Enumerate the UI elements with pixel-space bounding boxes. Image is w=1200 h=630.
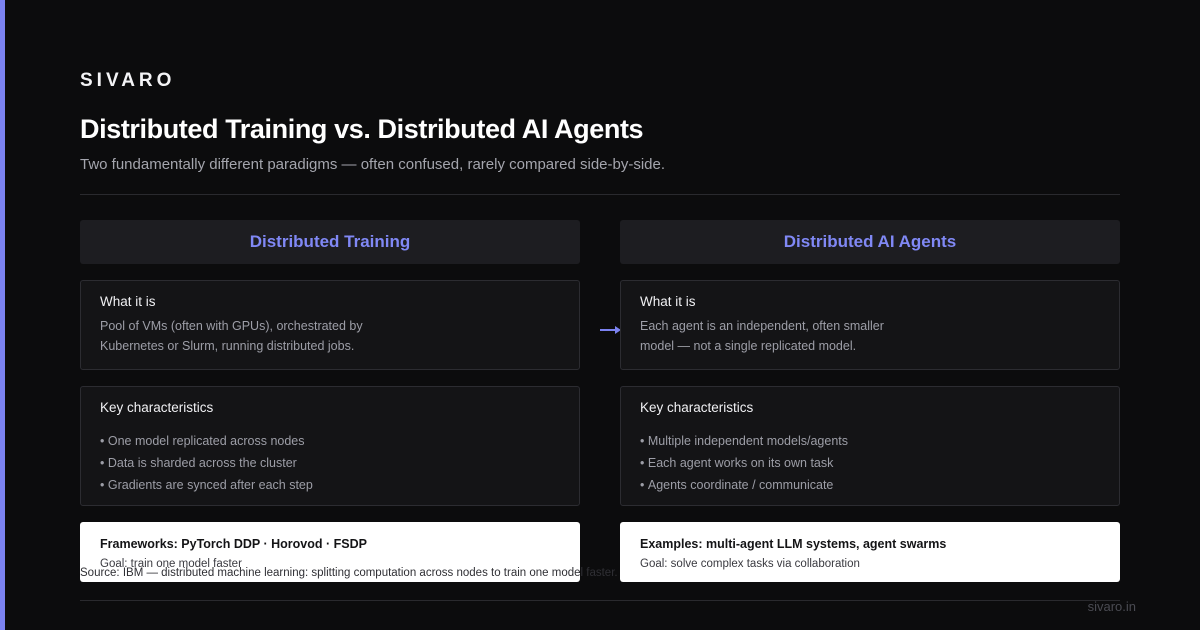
card-what-it-is-training: What it is Pool of VMs (often with GPUs)… <box>80 280 580 370</box>
column-distributed-training: Distributed Training What it is Pool of … <box>80 220 580 582</box>
card-description-line: Pool of VMs (often with GPUs), orchestra… <box>100 319 363 333</box>
list-item: Each agent works on its own task <box>640 452 848 474</box>
goal-label: Goal: solve complex tasks via collaborat… <box>640 558 860 570</box>
accent-bar <box>0 0 5 630</box>
card-description-line: model — not a single replicated model. <box>640 339 857 353</box>
brand-logo: SIVARO <box>80 70 176 91</box>
card-title: Key characteristics <box>640 400 754 415</box>
card-description-line: Each agent is an independent, often smal… <box>640 319 884 333</box>
card-description-line: Kubernetes or Slurm, running distributed… <box>100 339 355 353</box>
column-header-training: Distributed Training <box>80 220 580 264</box>
frameworks-label: Frameworks: PyTorch DDP · Horovod · FSDP <box>100 537 367 551</box>
characteristics-list: Multiple independent models/agents Each … <box>640 430 848 496</box>
card-title: What it is <box>100 294 156 309</box>
card-what-it-is-agents: What it is Each agent is an independent,… <box>620 280 1120 370</box>
card-title: Key characteristics <box>100 400 214 415</box>
card-description: Pool of VMs (often with GPUs), orchestra… <box>100 316 400 356</box>
list-item: Agents coordinate / communicate <box>640 474 848 496</box>
list-item: One model replicated across nodes <box>100 430 313 452</box>
characteristics-list: One model replicated across nodes Data i… <box>100 430 313 496</box>
divider-top <box>80 194 1120 195</box>
list-item: Data is sharded across the cluster <box>100 452 313 474</box>
column-header-agents: Distributed AI Agents <box>620 220 1120 264</box>
page-subtitle: Two fundamentally different paradigms — … <box>80 156 666 173</box>
card-description: Each agent is an independent, often smal… <box>640 316 940 356</box>
footer-website-link[interactable]: sivaro.in <box>1088 599 1136 614</box>
divider-bottom <box>80 600 1120 601</box>
summary-card-agents: Examples: multi-agent LLM systems, agent… <box>620 522 1120 582</box>
list-item: Gradients are synced after each step <box>100 474 313 496</box>
source-citation: Source: IBM — distributed machine learni… <box>80 567 618 579</box>
examples-label: Examples: multi-agent LLM systems, agent… <box>640 537 947 551</box>
card-key-characteristics-training: Key characteristics One model replicated… <box>80 386 580 506</box>
card-key-characteristics-agents: Key characteristics Multiple independent… <box>620 386 1120 506</box>
column-distributed-agents: Distributed AI Agents What it is Each ag… <box>620 220 1120 582</box>
card-title: What it is <box>640 294 696 309</box>
page-title: Distributed Training vs. Distributed AI … <box>80 114 644 144</box>
list-item: Multiple independent models/agents <box>640 430 848 452</box>
